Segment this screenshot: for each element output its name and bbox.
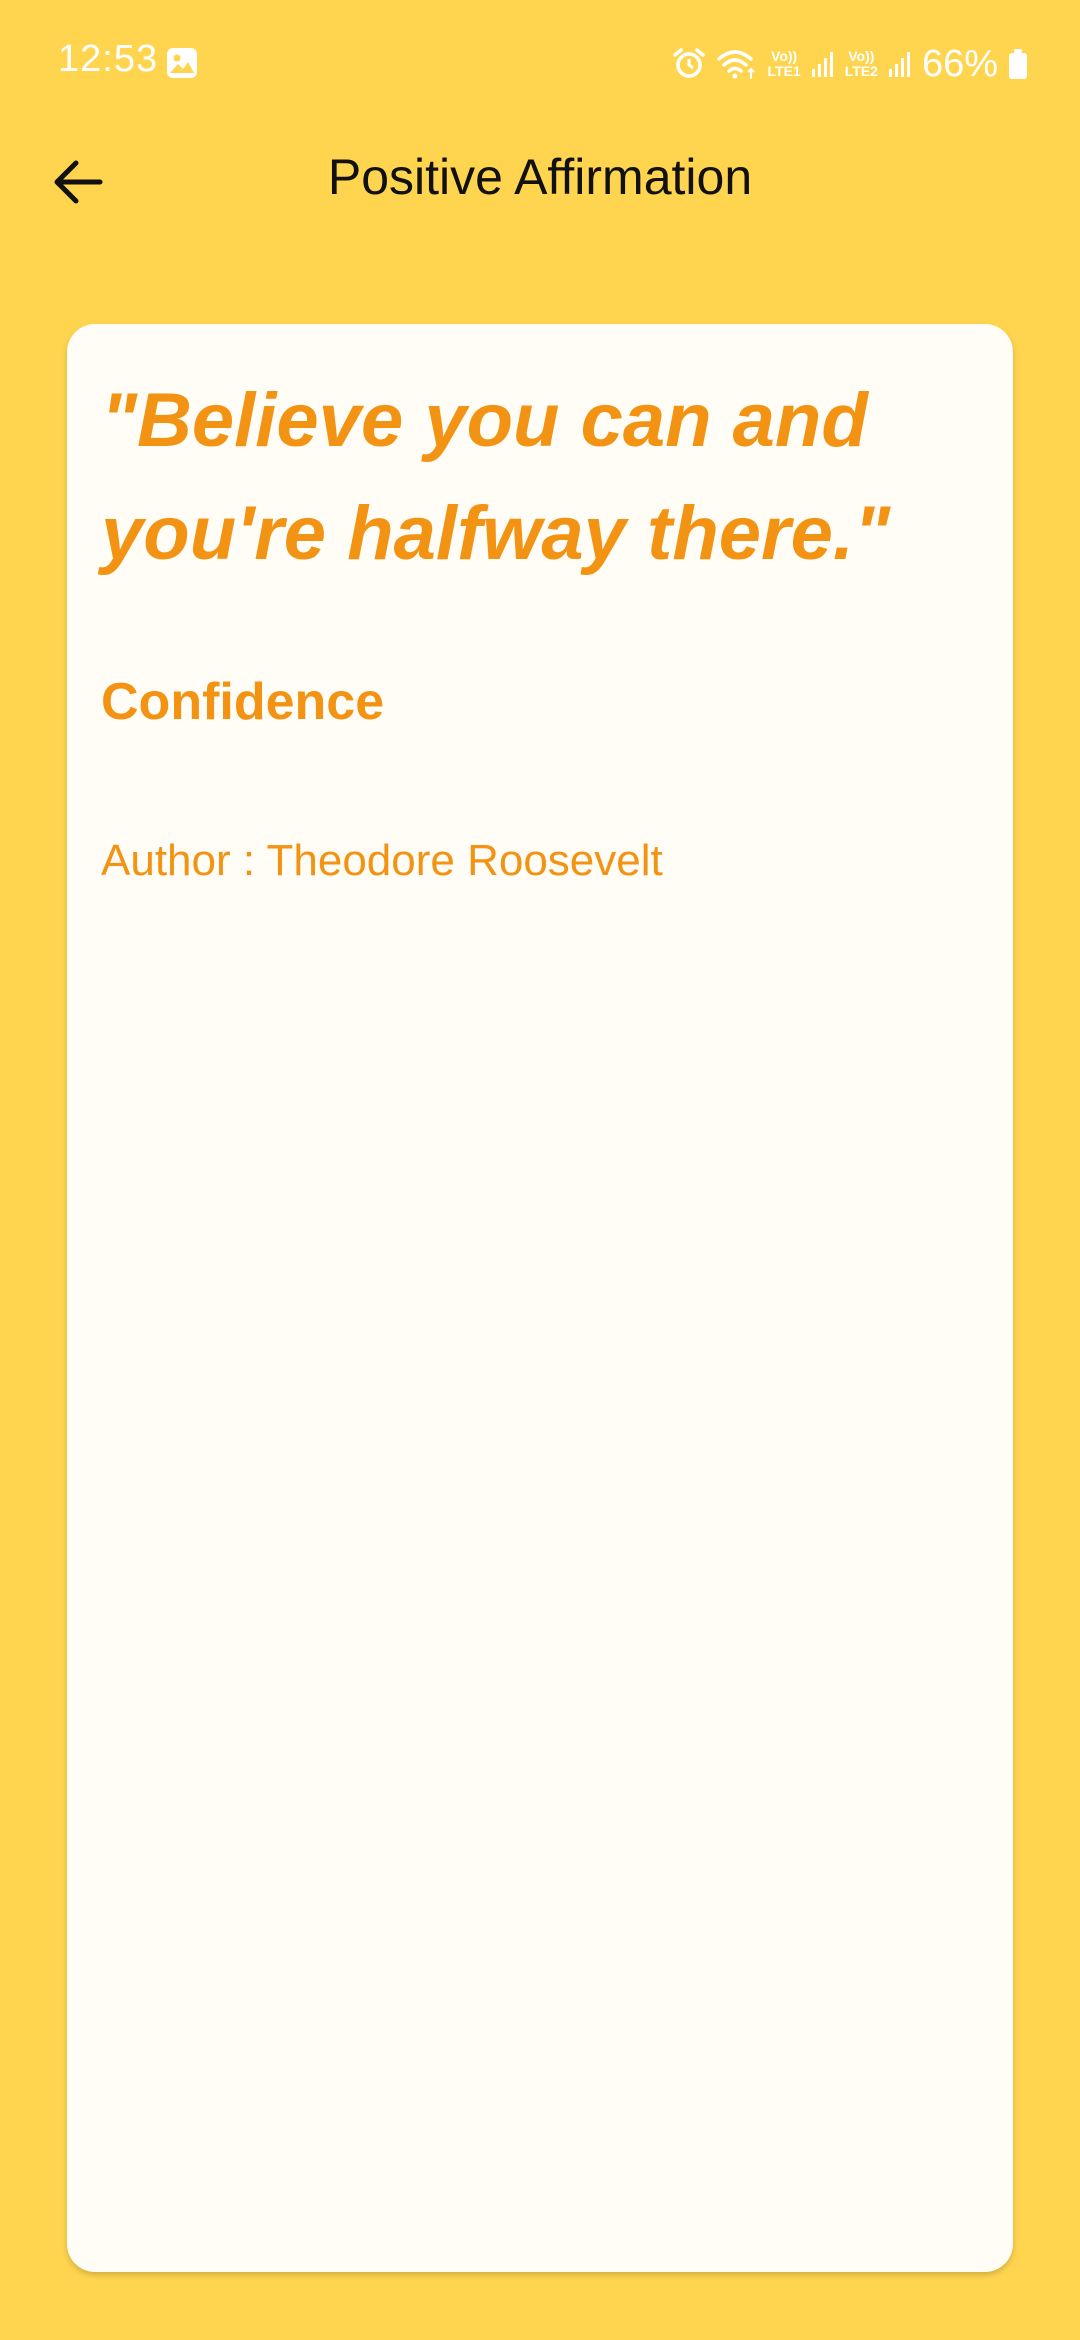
signal-icon bbox=[888, 49, 912, 79]
signal-icon bbox=[811, 49, 835, 79]
status-time: 12:53 bbox=[58, 38, 159, 80]
app-bar: Positive Affirmation bbox=[0, 128, 1080, 228]
status-bar: 12:53 Vo)) LTE1 Vo)) LTE2 66% bbox=[0, 0, 1080, 128]
status-icons: Vo)) LTE1 Vo)) LTE2 66% bbox=[672, 36, 1028, 92]
author-prefix: Author : bbox=[101, 836, 267, 885]
network-2-label: Vo)) LTE2 bbox=[845, 49, 878, 79]
affirmation-card: "Believe you can and you're halfway ther… bbox=[67, 324, 1013, 2272]
wifi-icon bbox=[716, 47, 758, 81]
network-2-lte: LTE2 bbox=[844, 63, 878, 79]
gallery-icon bbox=[166, 47, 198, 79]
alarm-icon bbox=[672, 47, 706, 81]
network-1-lte: LTE1 bbox=[767, 63, 801, 79]
battery-percent: 66% bbox=[921, 42, 998, 85]
affirmation-category: Confidence bbox=[101, 673, 385, 731]
affirmation-quote: "Believe you can and you're halfway ther… bbox=[101, 378, 891, 576]
network-1-label: Vo)) LTE1 bbox=[768, 49, 801, 79]
network-1-voice: Vo)) bbox=[771, 48, 798, 64]
battery-icon bbox=[1008, 48, 1028, 80]
affirmation-author: Author : Theodore Roosevelt bbox=[101, 836, 663, 886]
network-2-voice: Vo)) bbox=[848, 48, 875, 64]
page-title: Positive Affirmation bbox=[327, 149, 753, 205]
author-name: Theodore Roosevelt bbox=[266, 836, 663, 885]
